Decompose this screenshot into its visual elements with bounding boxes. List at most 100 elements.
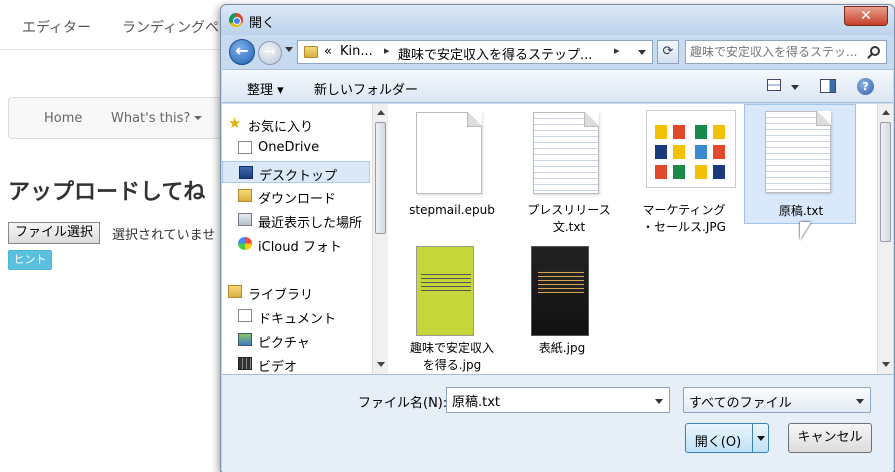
open-file-dialog: 開く ✕ ← → « Kin... ▸ 趣味で安定収入を得るステップ... ▸ …: [220, 4, 895, 472]
nav-label: ライブラリ: [248, 288, 314, 303]
caret-down-icon: [194, 116, 203, 120]
search-input[interactable]: [690, 43, 862, 61]
scroll-up-icon[interactable]: [882, 110, 890, 115]
file-name: 原稿.txt: [778, 204, 824, 218]
chrome-icon: [229, 13, 243, 27]
nav-desktop[interactable]: デスクトップ: [222, 161, 370, 183]
desktop-icon: [239, 166, 253, 179]
whats-this-dropdown[interactable]: What's this?: [111, 111, 203, 126]
history-dropdown-icon[interactable]: [285, 47, 293, 52]
scroll-up-icon[interactable]: [377, 110, 385, 115]
file-name: 趣味で安定収入: [409, 341, 494, 355]
nav-libraries[interactable]: ライブラリ: [222, 281, 370, 303]
file-item[interactable]: プレスリリース 文.txt: [513, 108, 625, 234]
nav-label: ダウンロード: [258, 192, 337, 207]
scroll-down-icon[interactable]: [882, 362, 890, 367]
breadcrumb-item[interactable]: Kin...: [340, 44, 373, 59]
breadcrumb-overflow[interactable]: «: [324, 44, 332, 59]
scroll-thumb[interactable]: [880, 122, 891, 242]
help-icon[interactable]: ?: [857, 78, 874, 95]
dialog-footer: ファイル名(N): すべてのファイル 開く(O) キャンセル: [222, 374, 893, 472]
scroll-thumb[interactable]: [375, 122, 386, 234]
nav-favorites[interactable]: ★ お気に入り: [222, 113, 370, 136]
file-item-selected[interactable]: 原稿.txt: [744, 104, 856, 224]
nav-documents[interactable]: ドキュメント: [222, 305, 370, 327]
file-item[interactable]: 表紙.jpg: [506, 246, 618, 366]
file-name: プレスリリース: [527, 203, 611, 217]
back-button[interactable]: ←: [229, 39, 255, 65]
nav-recent[interactable]: 最近表示した場所: [222, 209, 370, 231]
nav-videos[interactable]: ビデオ: [222, 353, 370, 375]
nav-label: ビデオ: [258, 360, 298, 375]
filetype-value: すべてのファイル: [689, 396, 792, 411]
nav-scrollbar[interactable]: [372, 104, 388, 374]
nav-label: ピクチャ: [258, 336, 310, 351]
file-scrollbar[interactable]: [877, 104, 893, 374]
filename-label: ファイル名(N):: [358, 396, 448, 411]
filename-dropdown-icon[interactable]: [655, 399, 663, 404]
image-thumbnail: [646, 110, 736, 188]
file-name: マーケティング: [642, 203, 726, 217]
recent-places-icon: [238, 213, 252, 226]
nav-downloads[interactable]: ダウンロード: [222, 185, 370, 207]
file-select-button[interactable]: ファイル選択: [8, 222, 101, 244]
pictures-icon: [238, 333, 252, 346]
file-item[interactable]: マーケティング ・セールス.JPG: [628, 108, 740, 234]
nav-icloud[interactable]: iCloud フォト: [222, 233, 370, 255]
filename-combo[interactable]: [446, 387, 670, 413]
file-name: ・セールス.JPG: [642, 220, 726, 234]
file-item[interactable]: stepmail.epub: [396, 108, 508, 228]
no-file-text: 選択されていませ: [112, 228, 216, 243]
icloud-photos-icon: [238, 237, 252, 250]
nav-editor-link[interactable]: エディター: [22, 17, 91, 37]
whats-this-label: What's this?: [111, 111, 191, 126]
file-name: を得る.jpg: [422, 358, 482, 372]
new-folder-button[interactable]: 新しいフォルダー: [314, 79, 418, 98]
filetype-select[interactable]: すべてのファイル: [683, 387, 871, 413]
address-bar[interactable]: « Kin... ▸ 趣味で安定収入を得るステップ... ▸: [297, 40, 653, 64]
refresh-button[interactable]: ⟳: [657, 40, 679, 64]
home-link[interactable]: Home: [44, 111, 82, 126]
chevron-down-icon: ▾: [277, 83, 284, 98]
image-thumbnail: [416, 246, 474, 336]
search-box[interactable]: [685, 40, 887, 64]
folder-icon: [304, 46, 318, 58]
search-icon[interactable]: [870, 46, 880, 56]
organize-label: 整理: [247, 83, 274, 98]
mouse-cursor-icon: [800, 222, 811, 240]
secondary-navbar: Home What's this?: [8, 97, 248, 139]
dialog-titlebar[interactable]: 開く ✕: [221, 5, 894, 35]
nav-onedrive[interactable]: OneDrive: [222, 137, 370, 159]
preview-pane-icon[interactable]: [820, 79, 836, 93]
close-button[interactable]: ✕: [844, 6, 888, 26]
cancel-button[interactable]: キャンセル: [788, 423, 872, 453]
image-thumbnail: [531, 246, 589, 336]
file-name: 文.txt: [552, 220, 586, 234]
nav-label: ドキュメント: [258, 312, 337, 327]
scroll-down-icon[interactable]: [377, 362, 385, 367]
view-dropdown-icon[interactable]: [791, 85, 799, 90]
nav-landing-link[interactable]: ランディングペ: [122, 17, 219, 37]
view-icon[interactable]: [767, 79, 781, 91]
hint-button[interactable]: ヒント: [8, 250, 52, 270]
breadcrumb-chevron-icon[interactable]: ▸: [614, 44, 620, 57]
screen: エディター ランディングペ Home What's this? アップロードして…: [0, 0, 895, 472]
nav-pictures[interactable]: ピクチャ: [222, 329, 370, 351]
organize-menu[interactable]: 整理 ▾: [247, 79, 284, 98]
file-item[interactable]: 趣味で安定収入 を得る.jpg: [396, 246, 508, 372]
open-button[interactable]: 開く(O): [685, 423, 769, 453]
page-heading: アップロードしてね: [8, 180, 206, 205]
nav-label: 最近表示した場所: [258, 216, 363, 231]
nav-label: お気に入り: [248, 120, 314, 135]
breadcrumb-chevron-icon[interactable]: ▸: [384, 44, 390, 57]
dialog-content: ★ お気に入り OneDrive デスクトップ ダウンロード 最近表示した場所 i…: [222, 104, 893, 375]
open-split-dropdown-icon[interactable]: [752, 424, 769, 452]
forward-button[interactable]: →: [258, 41, 282, 65]
filename-input[interactable]: [452, 391, 642, 409]
address-dropdown-icon[interactable]: [638, 50, 646, 55]
dialog-toolbar: 整理 ▾ 新しいフォルダー ?: [222, 69, 893, 103]
breadcrumb-item[interactable]: 趣味で安定収入を得るステップ...: [398, 44, 592, 63]
address-row: ← → « Kin... ▸ 趣味で安定収入を得るステップ... ▸ ⟳: [227, 37, 889, 67]
downloads-icon: [238, 189, 252, 202]
library-icon: [228, 285, 242, 298]
